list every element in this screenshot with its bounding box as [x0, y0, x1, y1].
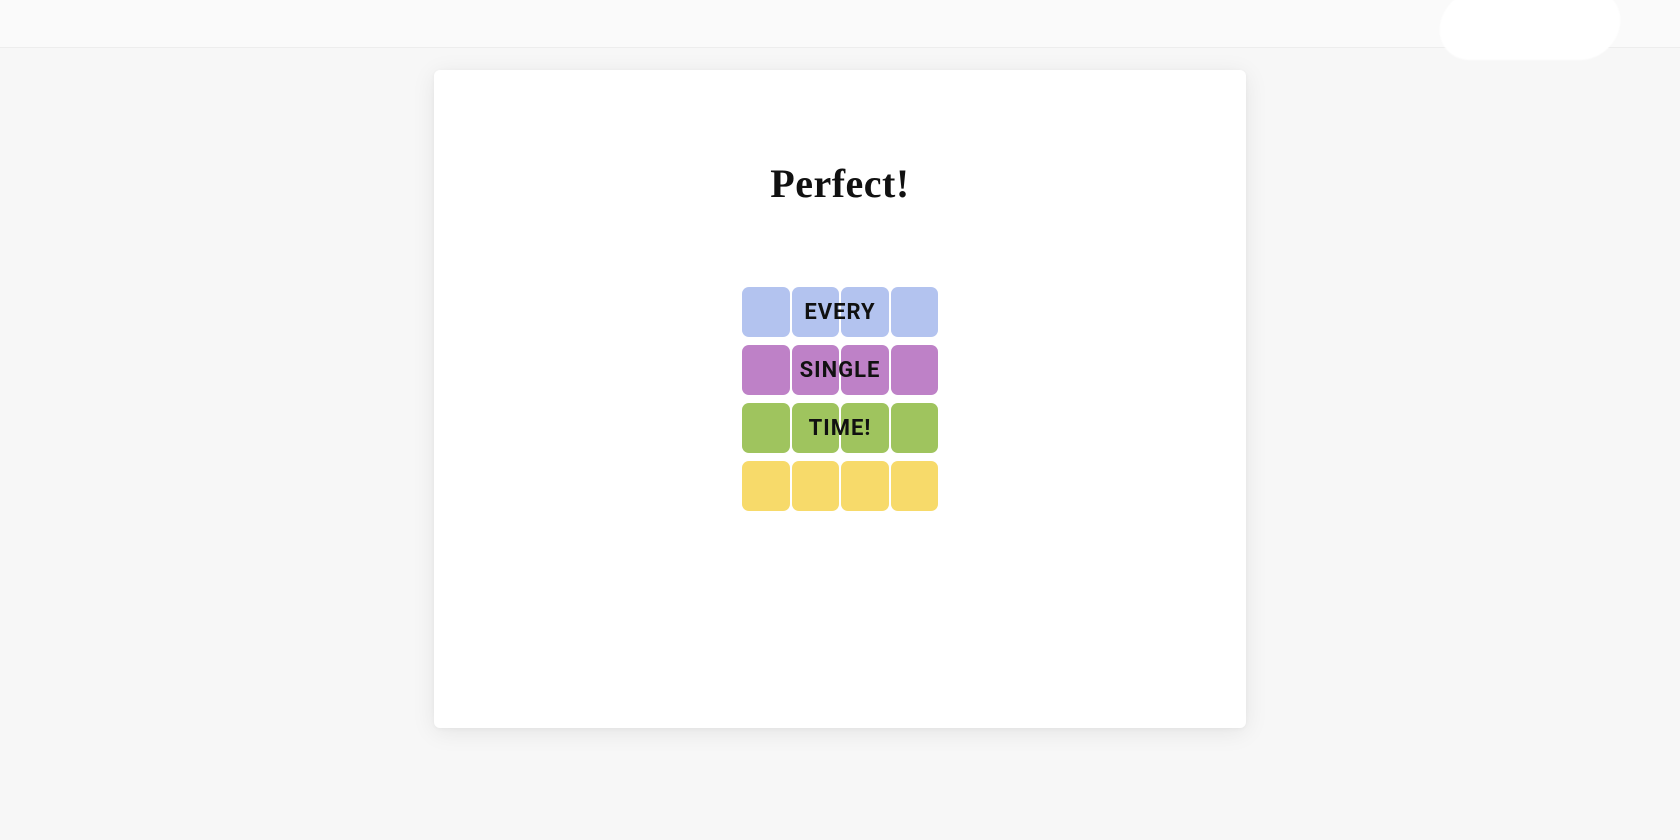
summary-tile — [841, 287, 889, 337]
summary-tile — [792, 345, 840, 395]
summary-row: TIME! — [742, 403, 938, 453]
summary-row: EVERY — [742, 287, 938, 337]
summary-tile — [891, 345, 939, 395]
summary-tile — [841, 461, 889, 511]
result-headline: Perfect! — [434, 160, 1246, 207]
summary-tile — [792, 403, 840, 453]
summary-tile — [742, 461, 790, 511]
summary-row — [742, 461, 938, 511]
summary-tile — [742, 403, 790, 453]
summary-row: SINGLE — [742, 345, 938, 395]
summary-tile — [792, 287, 840, 337]
summary-tile — [891, 403, 939, 453]
summary-tile — [891, 287, 939, 337]
summary-tile — [841, 403, 889, 453]
top-bar — [0, 0, 1680, 48]
summary-tile — [841, 345, 889, 395]
result-card: Perfect! EVERY SINGLE TI — [434, 70, 1246, 728]
summary-tile — [792, 461, 840, 511]
summary-grid: EVERY SINGLE TIME! — [742, 287, 938, 511]
summary-tile — [742, 287, 790, 337]
stage: Perfect! EVERY SINGLE TI — [0, 48, 1680, 840]
summary-tile — [891, 461, 939, 511]
summary-tile — [742, 345, 790, 395]
